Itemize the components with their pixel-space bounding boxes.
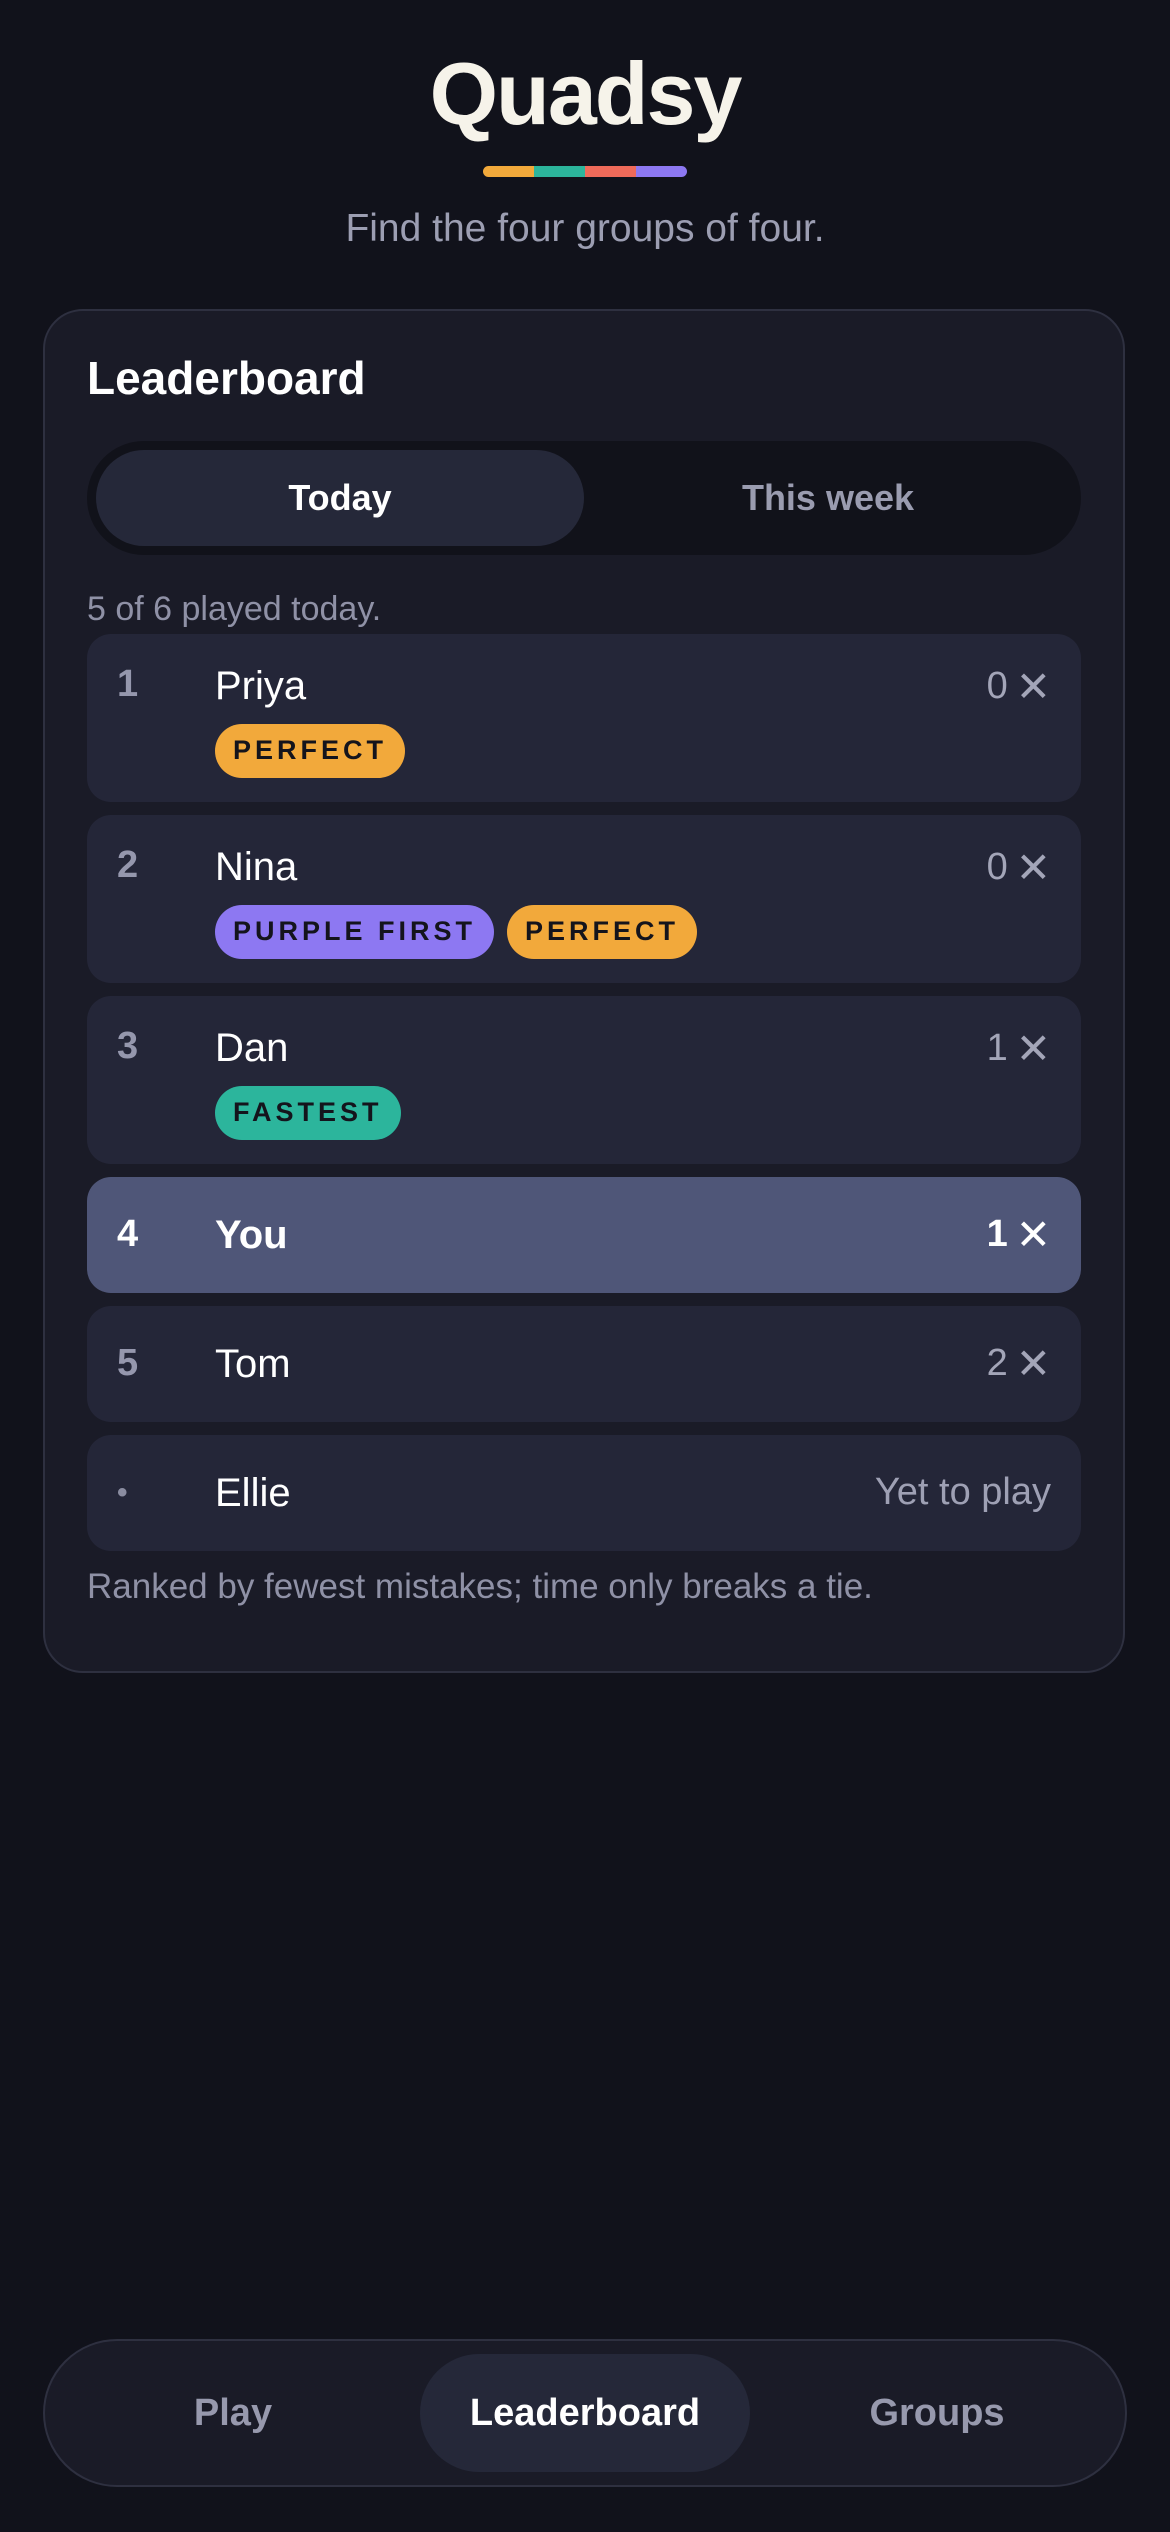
accent-bar (483, 166, 687, 177)
player-info: Priya PERFECT (215, 664, 987, 778)
badge-purple-first: PURPLE FIRST (215, 904, 495, 959)
close-x-icon: ✕ (1015, 1024, 1051, 1072)
rank: 1 (117, 662, 139, 705)
leaderboard-title: Leaderboard (87, 352, 366, 404)
leaderboard-row[interactable]: • Ellie Yet to play (87, 1434, 1081, 1551)
mistake-count: 0 ✕ (986, 662, 1051, 710)
app-title: Quadsy (429, 44, 743, 143)
nav-tab-leaderboard[interactable]: Leaderboard (409, 2354, 761, 2472)
nav-tab-play[interactable]: Play (57, 2354, 409, 2472)
rank-placeholder: • (117, 1476, 128, 1510)
close-x-icon: ✕ (1015, 843, 1051, 891)
nav-tab-label: Leaderboard (419, 2354, 751, 2472)
badge-list: PURPLE FIRST PERFECT (215, 904, 987, 959)
nav-tab-groups[interactable]: Groups (761, 2354, 1113, 2472)
bottom-nav: Play Leaderboard Groups (43, 2339, 1127, 2487)
leaderboard-row[interactable]: 2 Nina PURPLE FIRST PERFECT 0 ✕ (87, 814, 1081, 983)
play-status: Yet to play (874, 1471, 1051, 1514)
mistake-count-value: 1 (986, 1212, 1008, 1255)
leaderboard-row[interactable]: 5 Tom 2 ✕ (87, 1305, 1081, 1422)
leaderboard-row[interactable]: 1 Priya PERFECT 0 ✕ (87, 633, 1081, 802)
leaderboard-row-current-user[interactable]: 4 You 1 ✕ (87, 1176, 1081, 1293)
nav-tab-label: Play (193, 2391, 273, 2434)
tab-today[interactable]: Today (96, 450, 584, 546)
player-info: Nina PURPLE FIRST PERFECT (215, 845, 987, 959)
mistake-count: 0 ✕ (986, 843, 1051, 891)
player-info: Dan FASTEST (215, 1026, 987, 1140)
player-name: Nina (215, 844, 298, 889)
player-info: You (215, 1213, 987, 1257)
player-name: Priya (215, 663, 307, 708)
badge-perfect: PERFECT (507, 904, 698, 959)
close-x-icon: ✕ (1015, 1339, 1051, 1387)
badge-list: PERFECT (215, 723, 987, 778)
accent-segment-1 (483, 166, 534, 177)
ranking-footnote: Ranked by fewest mistakes; time only bre… (87, 1566, 873, 1606)
rank: 4 (117, 1212, 139, 1255)
close-x-icon: ✕ (1015, 1210, 1051, 1258)
accent-segment-3 (585, 166, 636, 177)
mistake-count-value: 2 (986, 1341, 1008, 1384)
leaderboard-list: 1 Priya PERFECT 0 ✕ 2 Nina PURPLE FIRST … (87, 633, 1081, 1551)
app-header: Quadsy Find the four groups of four. (0, 0, 1170, 251)
badge-fastest: FASTEST (215, 1085, 401, 1140)
player-info: Tom (215, 1342, 987, 1386)
mistake-count: 2 ✕ (986, 1339, 1051, 1387)
badge-list: FASTEST (215, 1085, 987, 1140)
nav-tab-label: Groups (869, 2391, 1005, 2434)
badge-perfect: PERFECT (215, 723, 406, 778)
mistake-count: 1 ✕ (986, 1210, 1051, 1258)
tab-this-week[interactable]: This week (584, 450, 1072, 546)
leaderboard-card: Leaderboard Today This week 5 of 6 playe… (43, 309, 1125, 1673)
player-name: Dan (215, 1025, 289, 1070)
rank: 2 (117, 843, 139, 886)
rank: 5 (117, 1341, 139, 1384)
close-x-icon: ✕ (1015, 662, 1051, 710)
tagline: Find the four groups of four. (345, 207, 825, 250)
player-name: Ellie (215, 1470, 291, 1515)
mistake-count-value: 0 (986, 845, 1008, 888)
player-name: Tom (215, 1341, 291, 1386)
mistake-count: 1 ✕ (986, 1024, 1051, 1072)
leaderboard-row[interactable]: 3 Dan FASTEST 1 ✕ (87, 995, 1081, 1164)
period-toggle: Today This week (87, 441, 1081, 555)
accent-segment-4 (636, 166, 687, 177)
mistake-count-value: 1 (986, 1026, 1008, 1069)
accent-segment-2 (534, 166, 585, 177)
mistake-count-value: 0 (986, 664, 1008, 707)
rank: 3 (117, 1024, 139, 1067)
player-name: You (215, 1212, 288, 1257)
player-info: Ellie (215, 1471, 875, 1515)
played-count-note: 5 of 6 played today. (87, 590, 382, 628)
